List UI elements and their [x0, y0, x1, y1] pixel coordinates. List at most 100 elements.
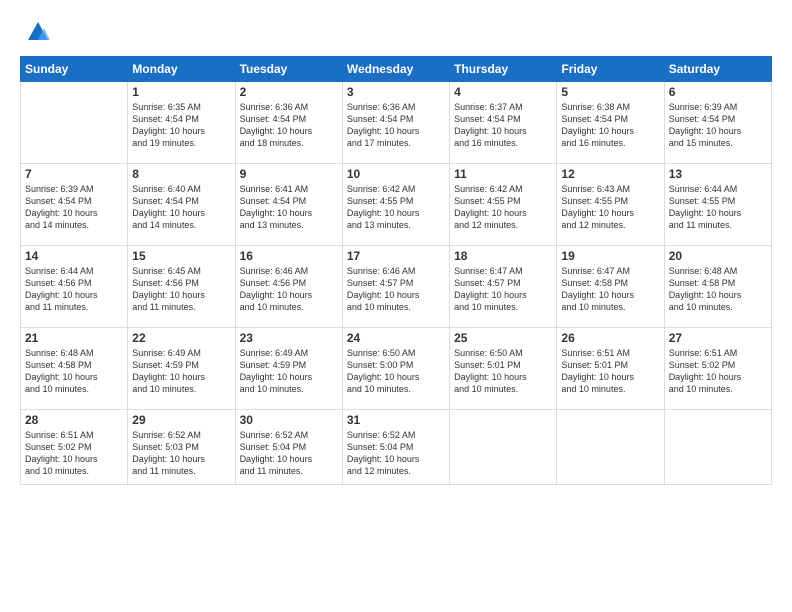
calendar-cell: 12Sunrise: 6:43 AM Sunset: 4:55 PM Dayli… — [557, 164, 664, 246]
day-info: Sunrise: 6:38 AM Sunset: 4:54 PM Dayligh… — [561, 101, 659, 150]
day-info: Sunrise: 6:36 AM Sunset: 4:54 PM Dayligh… — [347, 101, 445, 150]
day-number: 14 — [25, 249, 123, 263]
day-info: Sunrise: 6:45 AM Sunset: 4:56 PM Dayligh… — [132, 265, 230, 314]
day-number: 24 — [347, 331, 445, 345]
day-info: Sunrise: 6:46 AM Sunset: 4:56 PM Dayligh… — [240, 265, 338, 314]
day-info: Sunrise: 6:50 AM Sunset: 5:01 PM Dayligh… — [454, 347, 552, 396]
calendar-cell: 7 Sunrise: 6:39 AM Sunset: 4:54 PM Daylig… — [21, 164, 128, 246]
day-number: 19 — [561, 249, 659, 263]
day-info: Sunrise: 6:49 AM Sunset: 4:59 PM Dayligh… — [240, 347, 338, 396]
day-number: 9 — [240, 167, 338, 181]
calendar-week-row-3: 14 Sunrise: 6:44 AM Sunset: 4:56 PM Dayli… — [21, 246, 772, 328]
day-info: Sunrise: 6:52 AM Sunset: 5:04 PM Dayligh… — [240, 429, 338, 478]
calendar-cell: 8 Sunrise: 6:40 AM Sunset: 4:54 PM Daylig… — [128, 164, 235, 246]
day-number: 28 — [25, 413, 123, 427]
calendar-cell: 20 Sunrise: 6:48 AM Sunset: 4:58 PM Dayli… — [664, 246, 771, 328]
calendar-header-row: SundayMondayTuesdayWednesdayThursdayFrid… — [21, 57, 772, 82]
calendar-header-friday: Friday — [557, 57, 664, 82]
day-number: 26 — [561, 331, 659, 345]
calendar-week-row-5: 28 Sunrise: 6:51 AM Sunset: 5:02 PM Dayli… — [21, 410, 772, 485]
calendar-cell — [557, 410, 664, 485]
calendar-header-monday: Monday — [128, 57, 235, 82]
day-info: Sunrise: 6:39 AM Sunset: 4:54 PM Dayligh… — [669, 101, 767, 150]
day-info: Sunrise: 6:48 AM Sunset: 4:58 PM Dayligh… — [669, 265, 767, 314]
calendar-header-saturday: Saturday — [664, 57, 771, 82]
calendar-header-wednesday: Wednesday — [342, 57, 449, 82]
calendar-cell — [664, 410, 771, 485]
calendar-cell: 26 Sunrise: 6:51 AM Sunset: 5:01 PM Dayli… — [557, 328, 664, 410]
calendar-header-tuesday: Tuesday — [235, 57, 342, 82]
calendar-cell: 31 Sunrise: 6:52 AM Sunset: 5:04 PM Dayli… — [342, 410, 449, 485]
calendar-cell: 21 Sunrise: 6:48 AM Sunset: 4:58 PM Dayli… — [21, 328, 128, 410]
page: SundayMondayTuesdayWednesdayThursdayFrid… — [0, 0, 792, 612]
day-info: Sunrise: 6:41 AM Sunset: 4:54 PM Dayligh… — [240, 183, 338, 232]
day-number: 31 — [347, 413, 445, 427]
calendar-cell — [21, 82, 128, 164]
day-number: 15 — [132, 249, 230, 263]
day-number: 7 — [25, 167, 123, 181]
day-info: Sunrise: 6:51 AM Sunset: 5:02 PM Dayligh… — [669, 347, 767, 396]
day-info: Sunrise: 6:51 AM Sunset: 5:01 PM Dayligh… — [561, 347, 659, 396]
day-info: Sunrise: 6:36 AM Sunset: 4:54 PM Dayligh… — [240, 101, 338, 150]
calendar-week-row-2: 7 Sunrise: 6:39 AM Sunset: 4:54 PM Daylig… — [21, 164, 772, 246]
calendar-week-row-1: 1Sunrise: 6:35 AM Sunset: 4:54 PM Daylig… — [21, 82, 772, 164]
header — [20, 18, 772, 46]
day-number: 5 — [561, 85, 659, 99]
day-number: 16 — [240, 249, 338, 263]
day-number: 8 — [132, 167, 230, 181]
day-number: 3 — [347, 85, 445, 99]
day-info: Sunrise: 6:48 AM Sunset: 4:58 PM Dayligh… — [25, 347, 123, 396]
calendar-cell: 30 Sunrise: 6:52 AM Sunset: 5:04 PM Dayli… — [235, 410, 342, 485]
day-number: 27 — [669, 331, 767, 345]
calendar-cell: 9 Sunrise: 6:41 AM Sunset: 4:54 PM Daylig… — [235, 164, 342, 246]
day-info: Sunrise: 6:40 AM Sunset: 4:54 PM Dayligh… — [132, 183, 230, 232]
day-info: Sunrise: 6:51 AM Sunset: 5:02 PM Dayligh… — [25, 429, 123, 478]
calendar-cell: 3 Sunrise: 6:36 AM Sunset: 4:54 PM Daylig… — [342, 82, 449, 164]
calendar-cell: 15 Sunrise: 6:45 AM Sunset: 4:56 PM Dayli… — [128, 246, 235, 328]
day-info: Sunrise: 6:44 AM Sunset: 4:56 PM Dayligh… — [25, 265, 123, 314]
calendar-cell: 24 Sunrise: 6:50 AM Sunset: 5:00 PM Dayli… — [342, 328, 449, 410]
day-number: 25 — [454, 331, 552, 345]
calendar-cell: 29 Sunrise: 6:52 AM Sunset: 5:03 PM Dayli… — [128, 410, 235, 485]
day-number: 12 — [561, 167, 659, 181]
calendar-cell: 6Sunrise: 6:39 AM Sunset: 4:54 PM Daylig… — [664, 82, 771, 164]
calendar-cell: 5 Sunrise: 6:38 AM Sunset: 4:54 PM Daylig… — [557, 82, 664, 164]
day-number: 23 — [240, 331, 338, 345]
day-number: 11 — [454, 167, 552, 181]
day-info: Sunrise: 6:39 AM Sunset: 4:54 PM Dayligh… — [25, 183, 123, 232]
calendar-cell — [450, 410, 557, 485]
day-number: 22 — [132, 331, 230, 345]
day-number: 29 — [132, 413, 230, 427]
calendar-cell: 14 Sunrise: 6:44 AM Sunset: 4:56 PM Dayli… — [21, 246, 128, 328]
day-number: 30 — [240, 413, 338, 427]
day-number: 20 — [669, 249, 767, 263]
calendar-cell: 22Sunrise: 6:49 AM Sunset: 4:59 PM Dayli… — [128, 328, 235, 410]
calendar-cell: 27 Sunrise: 6:51 AM Sunset: 5:02 PM Dayli… — [664, 328, 771, 410]
calendar-table: SundayMondayTuesdayWednesdayThursdayFrid… — [20, 56, 772, 485]
day-info: Sunrise: 6:52 AM Sunset: 5:03 PM Dayligh… — [132, 429, 230, 478]
day-info: Sunrise: 6:50 AM Sunset: 5:00 PM Dayligh… — [347, 347, 445, 396]
day-info: Sunrise: 6:42 AM Sunset: 4:55 PM Dayligh… — [347, 183, 445, 232]
day-number: 1 — [132, 85, 230, 99]
calendar-cell: 23 Sunrise: 6:49 AM Sunset: 4:59 PM Dayli… — [235, 328, 342, 410]
logo-icon — [24, 18, 52, 46]
day-number: 4 — [454, 85, 552, 99]
calendar-cell: 19 Sunrise: 6:47 AM Sunset: 4:58 PM Dayli… — [557, 246, 664, 328]
day-info: Sunrise: 6:44 AM Sunset: 4:55 PM Dayligh… — [669, 183, 767, 232]
logo — [20, 18, 52, 46]
day-number: 17 — [347, 249, 445, 263]
calendar-cell: 11 Sunrise: 6:42 AM Sunset: 4:55 PM Dayli… — [450, 164, 557, 246]
day-info: Sunrise: 6:47 AM Sunset: 4:57 PM Dayligh… — [454, 265, 552, 314]
calendar-cell: 13Sunrise: 6:44 AM Sunset: 4:55 PM Dayli… — [664, 164, 771, 246]
day-number: 18 — [454, 249, 552, 263]
day-info: Sunrise: 6:52 AM Sunset: 5:04 PM Dayligh… — [347, 429, 445, 478]
day-info: Sunrise: 6:42 AM Sunset: 4:55 PM Dayligh… — [454, 183, 552, 232]
calendar-cell: 2 Sunrise: 6:36 AM Sunset: 4:54 PM Daylig… — [235, 82, 342, 164]
calendar-cell: 16 Sunrise: 6:46 AM Sunset: 4:56 PM Dayli… — [235, 246, 342, 328]
day-number: 21 — [25, 331, 123, 345]
day-info: Sunrise: 6:46 AM Sunset: 4:57 PM Dayligh… — [347, 265, 445, 314]
day-info: Sunrise: 6:37 AM Sunset: 4:54 PM Dayligh… — [454, 101, 552, 150]
day-number: 2 — [240, 85, 338, 99]
calendar-cell: 4 Sunrise: 6:37 AM Sunset: 4:54 PM Daylig… — [450, 82, 557, 164]
day-info: Sunrise: 6:47 AM Sunset: 4:58 PM Dayligh… — [561, 265, 659, 314]
